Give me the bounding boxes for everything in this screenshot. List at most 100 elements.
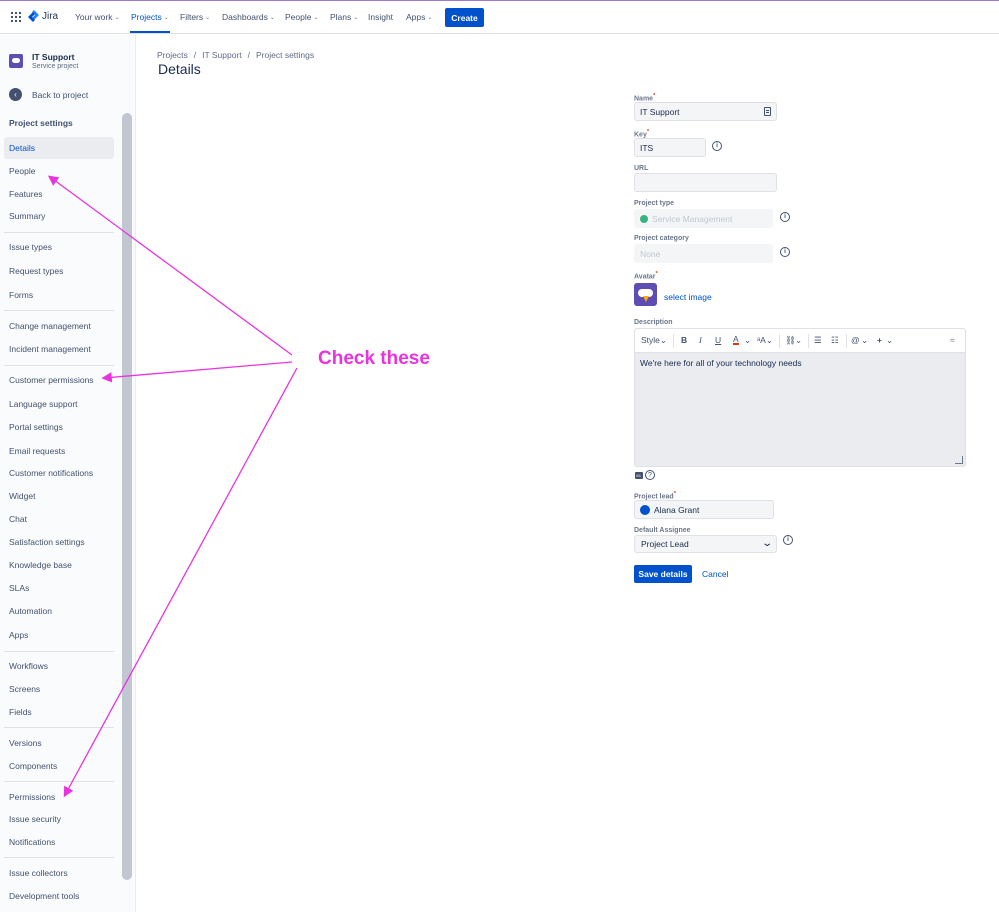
nav-filters[interactable]: Filters ⌄: [180, 12, 210, 22]
nav-insight[interactable]: Insight: [368, 12, 393, 22]
nav-label: Projects: [131, 12, 162, 22]
help-icon[interactable]: ?: [645, 470, 655, 480]
info-icon[interactable]: i: [712, 141, 722, 151]
sidebar-item-versions[interactable]: Versions: [4, 732, 114, 754]
sidebar-item-automation[interactable]: Automation: [4, 600, 114, 622]
name-input[interactable]: IT Support: [634, 102, 777, 121]
info-icon[interactable]: i: [783, 535, 793, 545]
project-lead-picker[interactable]: Alana Grant: [634, 500, 774, 519]
sidebar-item-email-requests[interactable]: Email requests: [4, 440, 114, 462]
sidebar-item-knowledge-base[interactable]: Knowledge base: [4, 554, 114, 576]
sidebar-item-issue-types[interactable]: Issue types: [4, 236, 114, 258]
sidebar-item-issue-collectors[interactable]: Issue collectors: [4, 862, 114, 884]
info-icon[interactable]: i: [780, 247, 790, 257]
sidebar-item-permissions[interactable]: Permissions: [4, 786, 114, 808]
nav-projects[interactable]: Projects ⌄: [131, 12, 169, 22]
url-input[interactable]: [634, 173, 777, 192]
breadcrumb-projects[interactable]: Projects: [157, 50, 188, 60]
key-input[interactable]: ITS: [634, 138, 706, 157]
insert-plus-icon[interactable]: +: [877, 335, 882, 345]
project-avatar-image[interactable]: [634, 283, 657, 306]
bold-icon[interactable]: B: [681, 335, 687, 345]
toolbar-divider: [846, 334, 847, 348]
create-button[interactable]: Create: [445, 8, 484, 27]
collapse-toolbar-icon[interactable]: ≈: [950, 335, 955, 345]
sidebar-item-incident-management[interactable]: Incident management: [4, 338, 114, 360]
sidebar-item-request-types[interactable]: Request types: [4, 260, 114, 282]
back-to-project-link[interactable]: ‹ Back to project: [9, 88, 88, 101]
nav-apps[interactable]: Apps ⌄: [406, 12, 432, 22]
sidebar-item-details[interactable]: Details: [4, 137, 114, 159]
select-image-link[interactable]: select image: [664, 292, 712, 302]
sidebar-item-components[interactable]: Components: [4, 755, 114, 777]
sidebar-item-issue-security[interactable]: Issue security: [4, 808, 114, 830]
annotation-text: Check these: [318, 348, 430, 369]
sidebar-divider: [4, 232, 114, 233]
chevron-down-icon: ⌄: [353, 14, 359, 21]
sidebar-item-change-management[interactable]: Change management: [4, 315, 114, 337]
chevron-down-icon[interactable]: ⌄: [886, 335, 893, 346]
sidebar-item-widget[interactable]: Widget: [4, 485, 114, 507]
more-formatting-glyph: ᵃA: [757, 335, 766, 345]
default-assignee-select[interactable]: Project Lead ⌄: [634, 535, 777, 553]
breadcrumb-project-settings[interactable]: Project settings: [256, 50, 314, 60]
sidebar-item-portal-settings[interactable]: Portal settings: [4, 416, 114, 438]
project-type-field: Service Management: [634, 209, 773, 228]
markdown-icon[interactable]: M↓: [635, 472, 643, 479]
chevron-down-icon[interactable]: ⌄: [744, 335, 751, 346]
breadcrumb-it-support[interactable]: IT Support: [202, 50, 242, 60]
resize-handle-icon[interactable]: [955, 456, 963, 464]
sidebar-item-language-support[interactable]: Language support: [4, 393, 114, 415]
sidebar-item-people[interactable]: People: [4, 160, 114, 182]
sidebar-scrollbar[interactable]: [122, 113, 132, 880]
bullet-list-icon[interactable]: ☰: [814, 335, 822, 346]
jira-logo-text: Jira: [42, 10, 59, 22]
sidebar-item-chat[interactable]: Chat: [4, 508, 114, 530]
chevron-down-icon[interactable]: ⌄: [795, 335, 802, 346]
active-nav-indicator: [130, 31, 170, 33]
cancel-button[interactable]: Cancel: [702, 569, 728, 579]
text-style-dropdown[interactable]: Style⌄: [641, 335, 667, 346]
sidebar-divider: [4, 651, 114, 652]
sidebar-item-features[interactable]: Features: [4, 183, 114, 205]
underline-icon[interactable]: U: [715, 335, 721, 345]
nav-dashboards[interactable]: Dashboards ⌄: [222, 12, 275, 22]
nav-people[interactable]: People ⌄: [285, 12, 319, 22]
more-formatting-icon[interactable]: ᵃA⌄: [757, 335, 773, 346]
sidebar-item-slas[interactable]: SLAs: [4, 577, 114, 599]
sidebar-item-screens[interactable]: Screens: [4, 678, 114, 700]
project-settings-heading: Project settings: [9, 118, 73, 128]
nav-plans[interactable]: Plans ⌄: [330, 12, 358, 22]
info-icon[interactable]: i: [780, 212, 790, 222]
sidebar-item-apps[interactable]: Apps: [4, 624, 114, 646]
sidebar-item-customer-permissions[interactable]: Customer permissions: [4, 369, 114, 391]
sidebar-item-workflows[interactable]: Workflows: [4, 655, 114, 677]
arrow-left-icon: ‹: [9, 88, 22, 101]
sidebar-item-notifications[interactable]: Notifications: [4, 831, 114, 853]
chevron-down-icon: ⌄: [269, 14, 275, 21]
breadcrumb-separator: /: [247, 50, 251, 60]
italic-icon[interactable]: I: [699, 335, 702, 345]
description-label: Description: [634, 319, 673, 326]
sidebar-item-summary[interactable]: Summary: [4, 205, 114, 227]
chevron-down-icon: ⌄: [163, 14, 169, 21]
mention-icon[interactable]: @: [851, 335, 860, 345]
text-color-icon[interactable]: A: [733, 335, 739, 345]
nav-your-work[interactable]: Your work ⌄: [75, 12, 120, 22]
numbered-list-icon[interactable]: ☷: [831, 335, 839, 346]
required-mark: *: [653, 93, 656, 99]
sidebar-item-customer-notifications[interactable]: Customer notifications: [4, 462, 114, 484]
chevron-down-icon: ⌄: [205, 14, 211, 21]
chevron-down-icon[interactable]: ⌄: [861, 335, 868, 346]
sidebar-item-development-tools[interactable]: Development tools: [4, 885, 114, 907]
sidebar-item-fields[interactable]: Fields: [4, 701, 114, 723]
key-value: ITS: [640, 142, 654, 153]
lightning-icon: [643, 296, 649, 302]
app-switcher-icon[interactable]: [11, 12, 21, 22]
description-editor[interactable]: Style⌄ B I U A ⌄ ᵃA⌄ ⛓ ⌄ ☰ ☷ @ ⌄ + ⌄ ≈ W…: [634, 328, 966, 467]
sidebar-item-forms[interactable]: Forms: [4, 284, 114, 306]
sidebar-item-satisfaction-settings[interactable]: Satisfaction settings: [4, 531, 114, 553]
jira-logo[interactable]: Jira: [28, 10, 58, 22]
name-label: Name*: [634, 93, 655, 102]
save-details-button[interactable]: Save details: [634, 565, 692, 583]
